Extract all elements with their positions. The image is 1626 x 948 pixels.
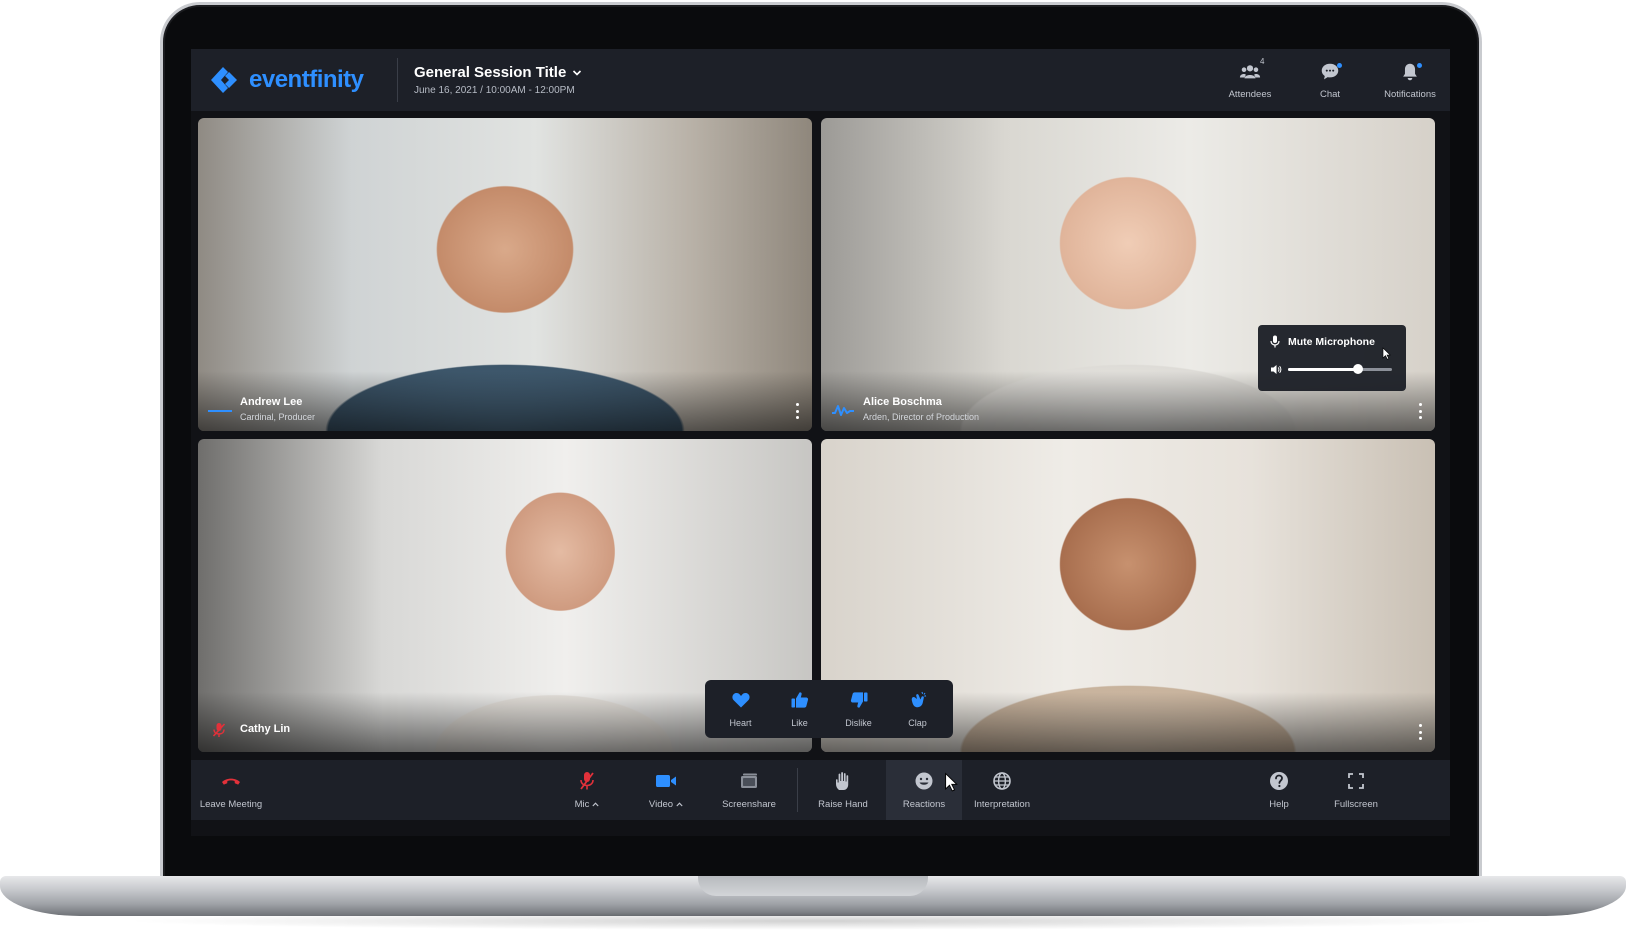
laptop-shadow <box>120 912 1506 930</box>
participant-name: Cathy Lin <box>240 723 291 735</box>
mute-microphone-label: Mute Microphone <box>1288 335 1375 348</box>
laptop-notch <box>698 876 928 896</box>
top-bar: eventfinity General Session Title June 1… <box>191 49 1450 111</box>
muted-microphone-icon <box>212 723 226 737</box>
video-label-text: Video <box>648 798 674 810</box>
help-icon <box>1270 771 1288 790</box>
video-tile-andrew[interactable]: Andrew Lee Cardinal, Producer <box>198 118 812 431</box>
raise-hand-button[interactable]: Raise Hand <box>803 760 883 820</box>
smiley-icon <box>915 772 933 789</box>
notifications-button[interactable]: Notifications <box>1370 49 1450 111</box>
reactions-button[interactable]: Reactions <box>886 760 962 820</box>
app-screen: eventfinity General Session Title June 1… <box>191 49 1450 836</box>
thumbs-down-icon <box>850 692 867 708</box>
hang-up-icon <box>222 778 240 785</box>
screenshare-icon <box>741 773 757 788</box>
reactions-popup: Heart Like Dislike Clap <box>705 680 953 738</box>
audio-wave-icon <box>832 405 854 416</box>
mouse-cursor-icon <box>945 772 958 792</box>
microphone-icon <box>1270 335 1280 348</box>
mic-button[interactable]: Mic <box>555 760 619 820</box>
fullscreen-icon <box>1348 772 1364 789</box>
reaction-label: Like <box>791 718 808 728</box>
video-label: Video <box>649 799 683 810</box>
participant-role: Cardinal, Producer <box>240 412 316 422</box>
mouse-cursor-icon <box>1382 347 1391 360</box>
heart-icon <box>731 693 750 708</box>
mic-label: Mic <box>575 799 600 810</box>
participant-nameplate: Cathy Lin <box>240 723 290 735</box>
reaction-like-button[interactable]: Like <box>772 690 828 728</box>
help-label: Help <box>1269 798 1289 810</box>
screenshare-button[interactable]: Screenshare <box>709 760 789 820</box>
fullscreen-label: Fullscreen <box>1334 798 1378 810</box>
header-divider <box>397 58 398 102</box>
more-options-icon[interactable] <box>794 403 800 419</box>
interpretation-label: Interpretation <box>974 798 1030 810</box>
attendees-count-badge: 4 <box>1260 57 1265 66</box>
session-title-dropdown[interactable]: General Session Title <box>414 64 582 81</box>
screenshare-label: Screenshare <box>722 798 776 810</box>
attendees-button[interactable]: 4 Attendees <box>1210 49 1290 111</box>
audio-control-popover: Mute Microphone <box>1258 325 1406 391</box>
brand-logo[interactable]: eventfinity <box>191 63 381 97</box>
session-info: General Session Title June 16, 2021 / 10… <box>414 64 582 96</box>
header-actions: 4 Attendees Chat Notifications <box>1210 49 1450 111</box>
reaction-clap-button[interactable]: Clap <box>890 690 946 728</box>
eventfinity-logo-icon <box>209 63 243 97</box>
chat-button[interactable]: Chat <box>1290 49 1370 111</box>
chevron-down-icon <box>573 69 582 76</box>
raise-hand-icon <box>836 771 849 790</box>
reaction-label: Dislike <box>845 718 872 728</box>
video-button[interactable]: Video <box>631 760 701 820</box>
reaction-label: Heart <box>729 718 752 728</box>
reaction-heart-button[interactable]: Heart <box>713 690 769 728</box>
participant-name: Andrew Lee <box>240 396 303 408</box>
meeting-toolbar: Leave Meeting Mic Video Screenshare Rais… <box>191 760 1450 820</box>
globe-icon <box>993 771 1011 790</box>
notifications-label: Notifications <box>1384 88 1436 100</box>
session-title: General Session Title <box>414 64 567 81</box>
thumbs-up-icon <box>791 692 808 708</box>
volume-slider-fill <box>1288 368 1358 371</box>
raise-hand-label: Raise Hand <box>818 798 868 810</box>
chat-unread-dot <box>1337 63 1342 68</box>
participant-nameplate: Alice Boschma Arden, Director of Product… <box>863 396 979 422</box>
video-tile-alice[interactable]: Alice Boschma Arden, Director of Product… <box>821 118 1435 431</box>
chat-label: Chat <box>1319 88 1341 100</box>
speaker-volume-icon <box>1271 365 1282 374</box>
interpretation-button[interactable]: Interpretation <box>962 760 1042 820</box>
attendees-label: Attendees <box>1228 88 1272 100</box>
fullscreen-button[interactable]: Fullscreen <box>1321 760 1391 820</box>
chevron-up-icon[interactable] <box>676 801 683 807</box>
toolbar-divider <box>797 768 798 812</box>
help-button[interactable]: Help <box>1249 760 1309 820</box>
mute-microphone-option[interactable]: Mute Microphone <box>1270 335 1394 348</box>
video-camera-icon <box>656 774 676 787</box>
participant-role: Arden, Director of Production <box>863 412 980 422</box>
participant-name: Alice Boschma <box>863 396 942 408</box>
muted-microphone-icon <box>580 771 594 790</box>
volume-slider-handle[interactable] <box>1352 364 1363 374</box>
leave-meeting-label: Leave Meeting <box>199 798 263 810</box>
mic-label-text: Mic <box>574 798 590 810</box>
participant-nameplate: Andrew Lee Cardinal, Producer <box>240 396 315 422</box>
reaction-label: Clap <box>908 718 927 728</box>
chevron-up-icon[interactable] <box>592 801 599 807</box>
reaction-dislike-button[interactable]: Dislike <box>831 690 887 728</box>
more-options-icon[interactable] <box>1417 403 1423 419</box>
more-options-icon[interactable] <box>1417 724 1423 740</box>
reactions-label: Reactions <box>902 798 946 810</box>
attendees-icon <box>1239 64 1261 78</box>
brand-name: eventfinity <box>249 66 364 93</box>
clap-icon <box>911 691 926 708</box>
speaking-indicator <box>208 410 232 412</box>
volume-slider[interactable] <box>1288 364 1392 374</box>
session-date: June 16, 2021 / 10:00AM - 12:00PM <box>414 85 575 96</box>
notifications-unread-dot <box>1417 63 1422 68</box>
leave-meeting-button[interactable]: Leave Meeting <box>191 760 271 820</box>
volume-control <box>1270 364 1394 375</box>
